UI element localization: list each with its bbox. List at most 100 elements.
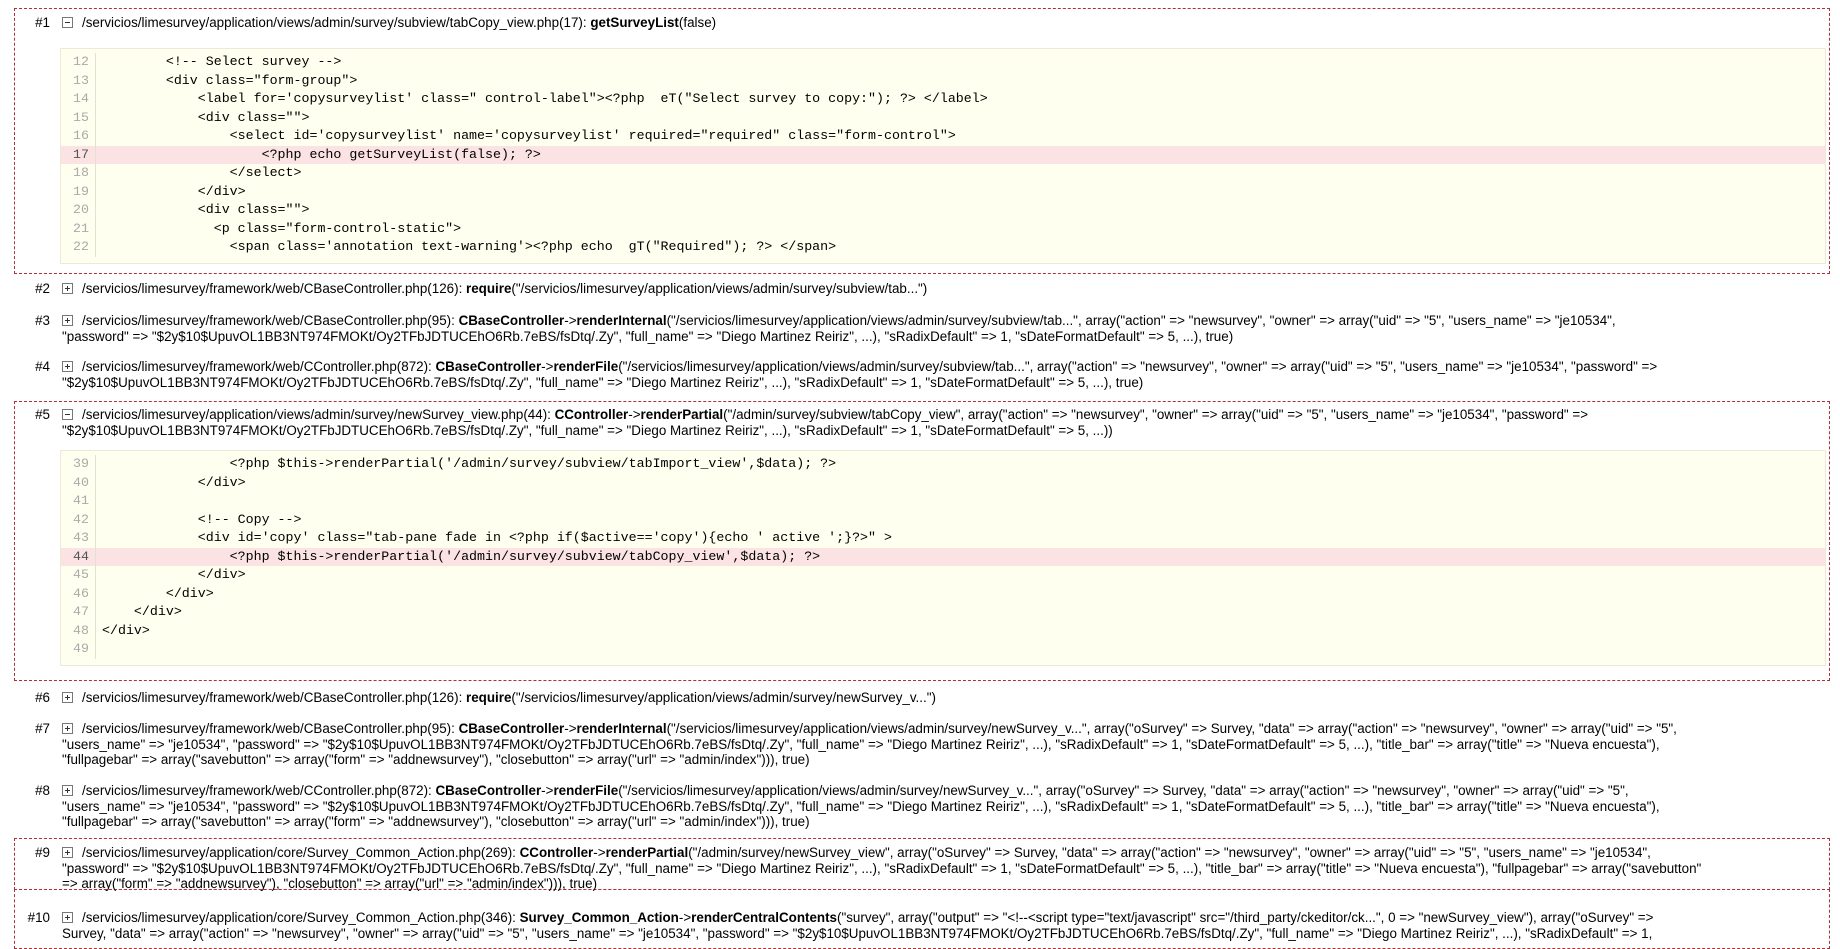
code-text: <div class="form-group">: [102, 72, 358, 88]
line-number: 47: [61, 603, 96, 622]
code-line: 14 <label for='copysurveylist' class=" c…: [61, 90, 1825, 109]
frame-args-line: "password" => "$2y$10$UpuvOL1BB3NT974FMO…: [62, 328, 1234, 344]
code-line: 48 </div>: [61, 621, 1825, 640]
code-text: </div>: [102, 474, 246, 490]
frame-args-line: ("survey", array("output" => "<!--<scrip…: [837, 910, 1654, 925]
plus-icon[interactable]: [62, 361, 73, 372]
code-text: <div id='copy' class="tab-pane fade in <…: [102, 530, 892, 545]
plus-icon[interactable]: [62, 692, 73, 703]
frame-file: /servicios/limesurvey/framework/web/CBas…: [82, 313, 459, 328]
code-line-highlighted: 44 <?php $this->renderPartial('/admin/su…: [61, 547, 1825, 566]
frame-arrow: ->: [628, 407, 641, 422]
frame-args-line: ("/servicios/limesurvey/application/view…: [618, 783, 1629, 798]
code-text: </div>: [102, 567, 246, 582]
code-line-highlighted: 17 <?php echo getSurveyList(false); ?>: [61, 145, 1825, 164]
frame-method: require: [466, 281, 512, 296]
frame-method: getSurveyList: [590, 15, 679, 30]
code-line: 22 <span class='annotation text-warning'…: [61, 238, 1825, 257]
code-line: 19 </div>: [61, 182, 1825, 201]
frame-method: renderPartial: [605, 845, 689, 860]
frame-class: CController: [519, 845, 594, 860]
frame-file: /servicios/limesurvey/framework/web/CBas…: [82, 721, 459, 736]
frame-args-line: ("/servicios/limesurvey/application/view…: [666, 313, 1616, 328]
frame-number: #8: [35, 783, 50, 798]
frame-method: renderFile: [553, 783, 619, 798]
frame-args-line: Survey, "data" => array("action" => "new…: [62, 925, 1653, 941]
frame-class: Survey_Common_Action: [519, 910, 679, 925]
code-line: 12 <!-- Select survey -->: [61, 53, 1825, 72]
frame-arrow: ->: [678, 910, 692, 925]
frame-arrow: ->: [541, 783, 554, 798]
line-number: 16: [61, 127, 96, 146]
code-line: 13 <div class="form-group">: [61, 71, 1825, 90]
code-text: <div class="">: [102, 202, 310, 217]
code-text: <!-- Copy -->: [102, 511, 302, 527]
line-number: 41: [61, 492, 96, 511]
frame-number: #10: [27, 910, 50, 925]
plus-icon[interactable]: [62, 283, 73, 294]
code-text: </div>: [102, 604, 182, 619]
line-number: 17: [61, 145, 96, 164]
code-snippet-frame-5: 39 <?php $this->renderPartial('/admin/su…: [60, 450, 1826, 666]
frame-class: CController: [554, 407, 629, 422]
code-text: <?php $this->renderPartial('/admin/surve…: [102, 456, 837, 471]
frame-class: CBaseController: [458, 721, 565, 736]
plus-icon[interactable]: [62, 912, 73, 923]
code-line: 47 </div>: [61, 603, 1825, 622]
frame-file: /servicios/limesurvey/framework/web/CBas…: [82, 281, 467, 296]
frame-method: renderPartial: [640, 407, 724, 422]
line-number: 22: [61, 238, 96, 257]
plus-icon[interactable]: [62, 723, 73, 734]
frame-file: /servicios/limesurvey/framework/web/CBas…: [82, 690, 467, 705]
frame-file: /servicios/limesurvey/application/views/…: [82, 407, 555, 422]
frame-args-line: ("/servicios/limesurvey/application/view…: [511, 281, 928, 296]
frame-file: /servicios/limesurvey/framework/web/CCon…: [82, 359, 436, 374]
code-line: 20 <div class="">: [61, 201, 1825, 220]
code-line: 39 <?php $this->renderPartial('/admin/su…: [61, 455, 1825, 474]
frame-number: #7: [35, 721, 50, 736]
minus-icon[interactable]: [62, 409, 73, 420]
frame-number: #9: [35, 845, 50, 860]
line-number: 40: [61, 473, 96, 492]
frame-number: #6: [35, 690, 50, 705]
frame-args-line: "fullpagebar" => array("savebutton" => a…: [62, 814, 810, 830]
code-text: <div class="">: [102, 109, 310, 125]
plus-icon[interactable]: [62, 847, 73, 858]
frame-arrow: ->: [564, 721, 577, 736]
line-number: 39: [61, 455, 96, 474]
frame-args-line: ("/admin/survey/newSurvey_view", array("…: [688, 845, 1651, 860]
minus-icon[interactable]: [62, 17, 73, 28]
frame-arrow: ->: [593, 845, 606, 860]
frame-method: require: [466, 690, 512, 705]
frame-number: #5: [35, 407, 50, 422]
line-number: 42: [61, 510, 96, 529]
code-line: 16 <select id='copysurveylist' name='cop…: [61, 127, 1825, 146]
code-snippet-frame-1: 12 <!-- Select survey --> 13 <div class="…: [60, 48, 1826, 264]
code-line: 43 <div id='copy' class="tab-pane fade i…: [61, 529, 1825, 548]
code-line: 21 <p class="form-control-static">: [61, 219, 1825, 238]
code-line: 40 </div>: [61, 473, 1825, 492]
code-line: 49: [61, 640, 1825, 659]
line-number: 48: [61, 621, 96, 640]
line-number: 13: [61, 71, 96, 90]
frame-number: #1: [35, 15, 50, 30]
frame-file: /servicios/limesurvey/application/views/…: [82, 15, 591, 30]
frame-args-line: "users_name" => "je10534", "password" =>…: [62, 798, 1660, 814]
line-number: 45: [61, 566, 96, 585]
frame-number: #3: [35, 313, 50, 328]
line-number: 44: [61, 547, 96, 566]
frame-number: #4: [35, 359, 50, 374]
frame-method: renderInternal: [576, 721, 667, 736]
frame-args-line: "$2y$10$UpuvOL1BB3NT974FMOKt/Oy2TFbJDTUC…: [62, 374, 1144, 390]
frame-class: CBaseController: [458, 313, 565, 328]
plus-icon[interactable]: [62, 785, 73, 796]
code-text: <span class='annotation text-warning'><?…: [102, 239, 837, 254]
line-number: 14: [61, 90, 96, 109]
frame-args-line: ("/servicios/limesurvey/application/view…: [618, 359, 1658, 374]
plus-icon[interactable]: [62, 315, 73, 326]
code-text: </div>: [102, 622, 150, 638]
frame-file: /servicios/limesurvey/framework/web/CCon…: [82, 783, 436, 798]
line-number: 20: [61, 201, 96, 220]
line-number: 46: [61, 584, 96, 603]
frame-file: /servicios/limesurvey/application/core/S…: [82, 845, 520, 860]
